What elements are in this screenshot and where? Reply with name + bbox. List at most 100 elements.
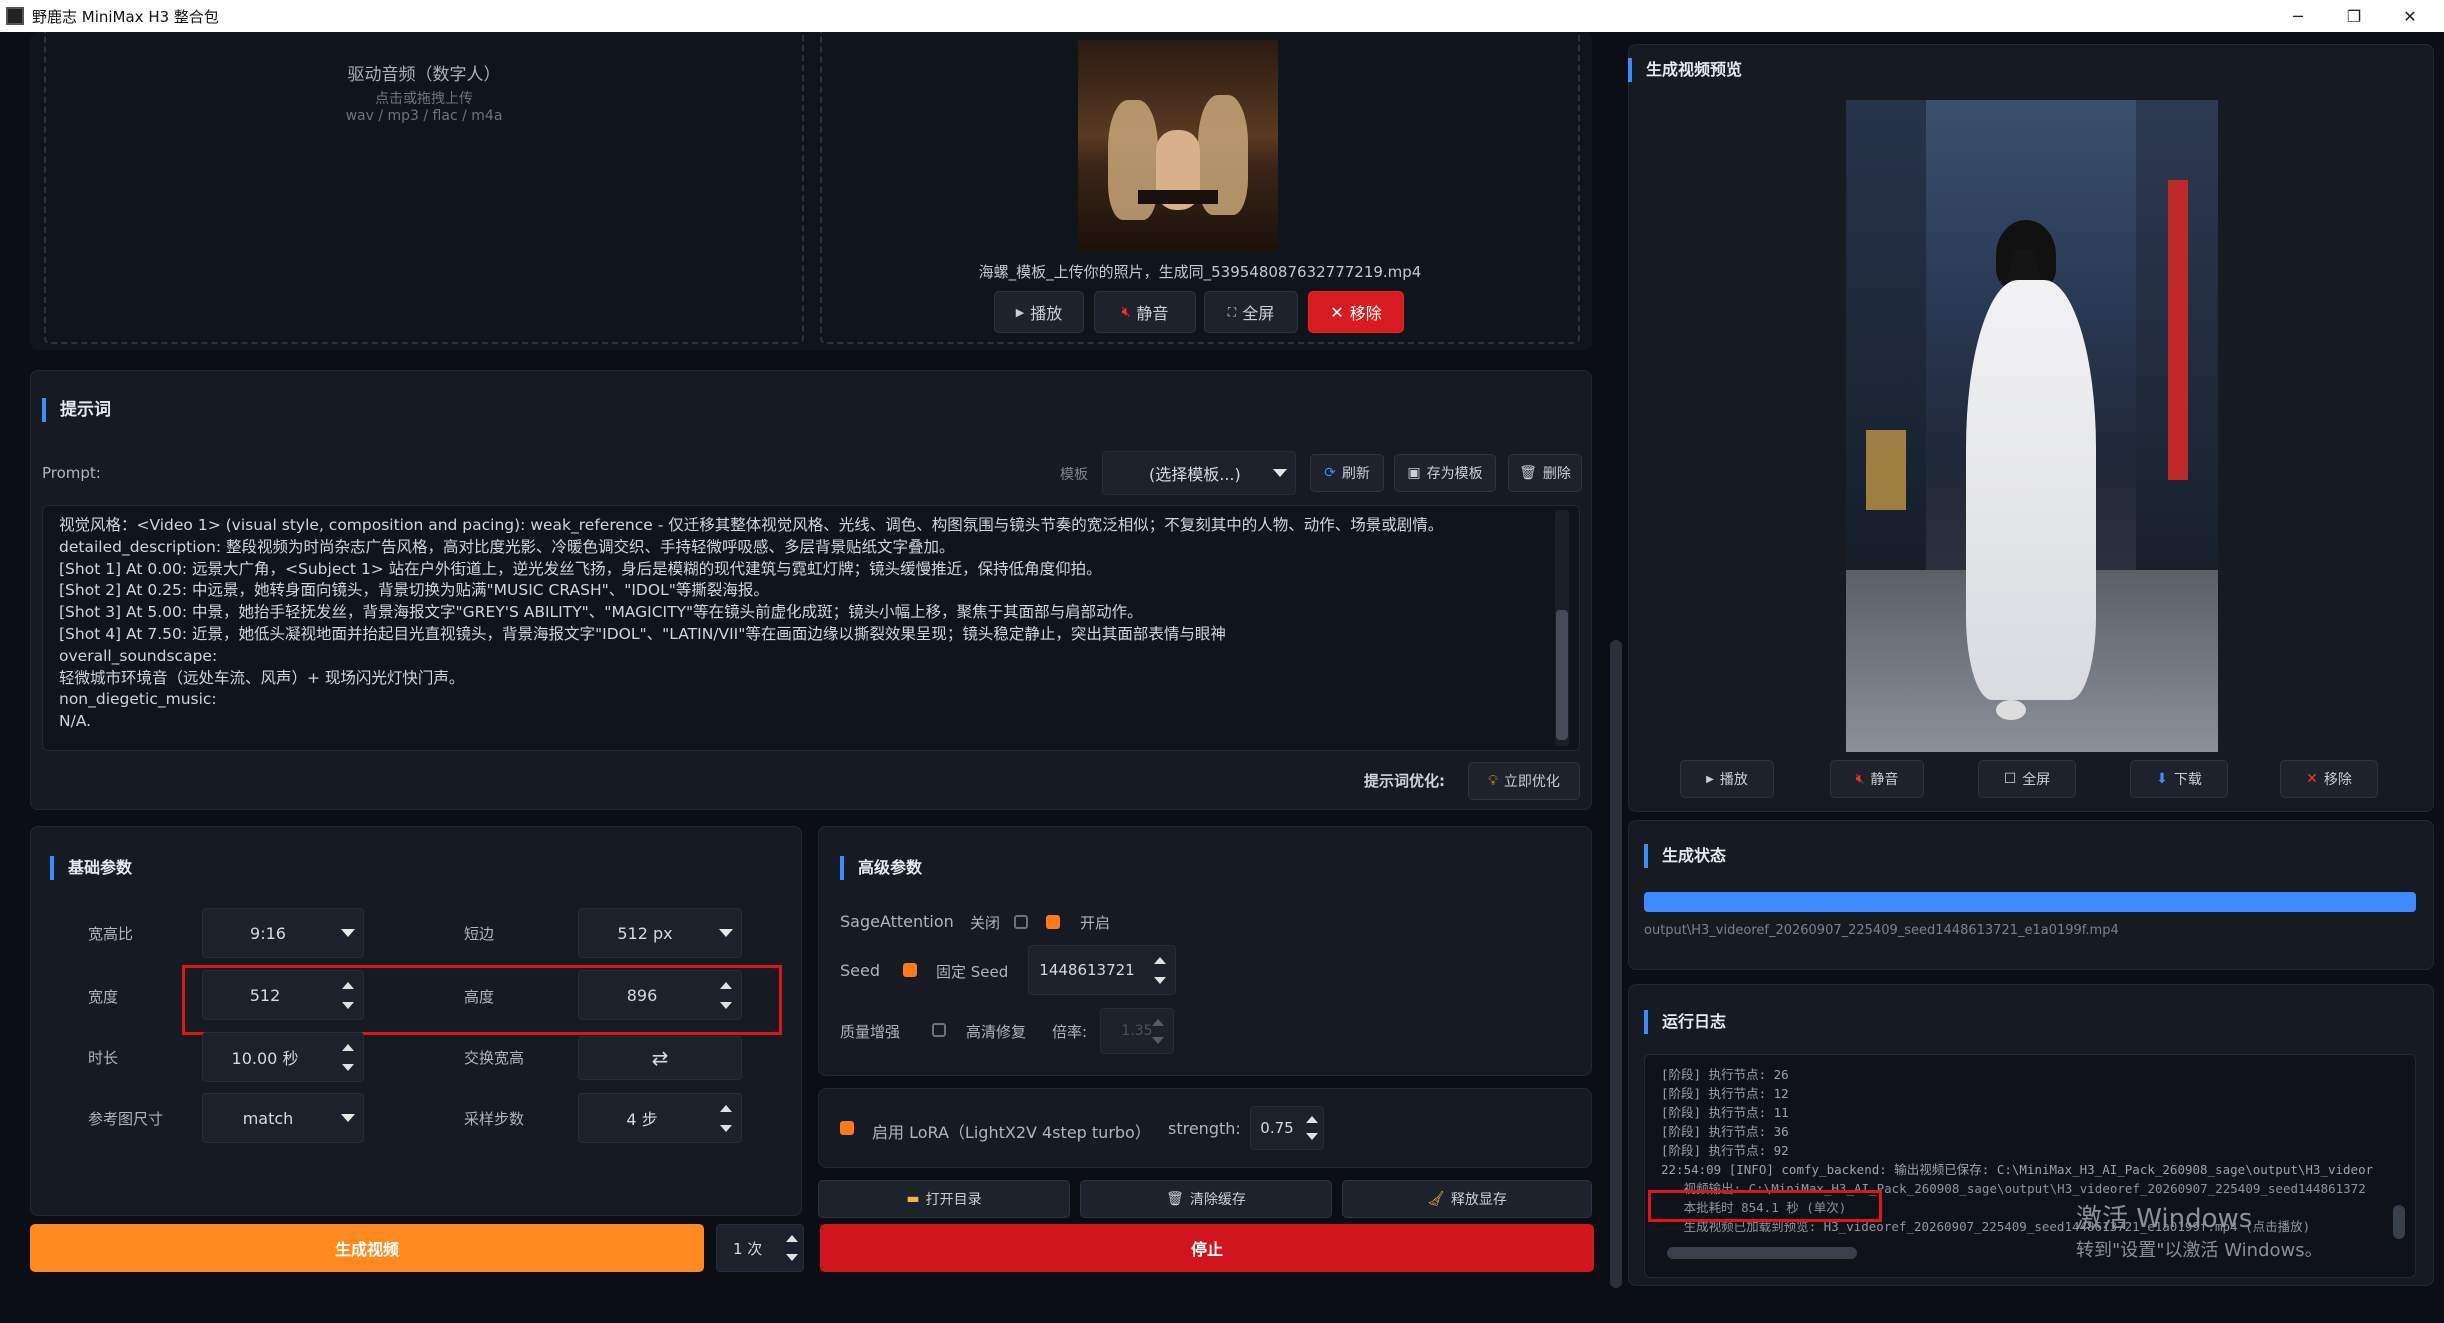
upload-fullscreen-button[interactable]: ⛶ 全屏	[1204, 291, 1298, 333]
window-title: 野鹿志 MiniMax H3 整合包	[32, 7, 219, 26]
log-line: 22:54:09 [INFO] comfy_backend: 输出视频已保存: …	[1661, 1162, 2374, 1177]
activate-windows-title: 激活 Windows	[2076, 1204, 2253, 1234]
chevron-down-icon	[1273, 469, 1287, 477]
mute-icon: 🔇︎	[1855, 771, 1865, 787]
duration-input[interactable]: 10.00 秒	[202, 1032, 364, 1082]
optimize-button[interactable]: 💡︎ 立即优化	[1468, 762, 1580, 800]
log-line: [阶段] 执行节点: 12	[1661, 1086, 1789, 1101]
hd-fix-checkbox[interactable]	[932, 1023, 946, 1037]
audio-hint: 点击或拖拽上传	[375, 91, 473, 107]
refresh-icon: ⟳	[1324, 465, 1336, 481]
aspect-select[interactable]: 9:16	[202, 908, 364, 958]
prompt-textarea[interactable]: 视觉风格：<Video 1> (visual style, compositio…	[42, 505, 1580, 751]
prompt-scrollbar[interactable]	[1555, 510, 1569, 746]
progress-bar	[1644, 892, 2416, 912]
prompt-text: 视觉风格：<Video 1> (visual style, compositio…	[59, 515, 1443, 733]
audio-dropzone[interactable]: 驱动音频（数字人） 点击或拖拽上传 wav / mp3 / flac / m4a	[44, 32, 804, 344]
short-side-label: 短边	[464, 925, 495, 943]
ratio-input[interactable]: 1.35	[1100, 1008, 1174, 1054]
arrow-down-icon[interactable]	[1152, 1036, 1164, 1044]
swap-button[interactable]: ⇄	[578, 1036, 742, 1080]
arrow-down-icon[interactable]	[1306, 1133, 1318, 1140]
seed-stepper[interactable]	[1151, 950, 1169, 990]
strength-input[interactable]: 0.75	[1250, 1106, 1324, 1150]
log-vscrollbar-thumb[interactable]	[2393, 1205, 2405, 1239]
clear-cache-button[interactable]: 🗑︎ 清除缓存	[1080, 1180, 1332, 1218]
sage-off-label: 关闭	[970, 914, 1001, 932]
upload-remove-button[interactable]: ✕ 移除	[1308, 291, 1404, 333]
duration-stepper[interactable]	[339, 1037, 357, 1077]
arrow-up-icon[interactable]	[1152, 1018, 1164, 1026]
template-label: 模板	[1060, 467, 1088, 483]
arrow-down-icon[interactable]	[342, 1063, 354, 1071]
preview-remove-button[interactable]: ✕ 移除	[2280, 760, 2378, 798]
delete-template-button[interactable]: 🗑︎ 删除	[1508, 454, 1582, 492]
template-select[interactable]: (选择模板...)	[1102, 451, 1296, 495]
swap-label: 交换宽高	[464, 1049, 525, 1067]
arrow-up-icon[interactable]	[1154, 956, 1166, 964]
sage-on-radio[interactable]	[1046, 915, 1060, 929]
optimize-label: 提示词优化:	[1364, 772, 1445, 790]
lora-label: 启用 LoRA（LightX2V 4step turbo）	[872, 1123, 1151, 1142]
lora-checkbox[interactable]	[840, 1121, 854, 1135]
preview-download-button[interactable]: ⬇ 下载	[2130, 760, 2228, 798]
arrow-up-icon[interactable]	[1306, 1116, 1318, 1123]
count-stepper[interactable]	[783, 1229, 801, 1267]
close-icon: ✕	[1330, 302, 1344, 322]
prompt-line: overall_soundscape:	[59, 646, 218, 665]
prompt-line: 视觉风格：<Video 1> (visual style, compositio…	[59, 516, 1444, 534]
steps-input[interactable]: 4 步	[578, 1093, 742, 1143]
prompt-scrollbar-thumb[interactable]	[1556, 610, 1568, 740]
ratio-label: 倍率:	[1052, 1023, 1088, 1041]
steps-stepper[interactable]	[717, 1098, 735, 1138]
log-line: [阶段] 执行节点: 11	[1661, 1105, 1789, 1120]
trash-icon: 🗑︎	[1166, 1191, 1184, 1207]
prompt-line: non_diegetic_music:	[59, 690, 217, 709]
uploaded-video-thumbnail[interactable]	[1078, 40, 1278, 252]
seed-input[interactable]: 1448613721	[1028, 945, 1176, 995]
arrow-up-icon[interactable]	[786, 1235, 798, 1242]
arrow-down-icon[interactable]	[720, 1124, 732, 1132]
generate-video-button[interactable]: 生成视频	[30, 1224, 704, 1272]
save-template-button[interactable]: ▣ 存为模板	[1394, 454, 1496, 492]
preview-play-button[interactable]: ▶ 播放	[1680, 760, 1774, 798]
output-path: output\H3_videoref_20260907_225409_seed1…	[1644, 923, 2119, 938]
batch-count-input[interactable]: 1 次	[716, 1224, 804, 1272]
arrow-up-icon[interactable]	[720, 1104, 732, 1112]
preview-video[interactable]	[1846, 100, 2218, 752]
status-section-title: 生成状态	[1644, 844, 1726, 868]
preview-fullscreen-button[interactable]: ☐ 全屏	[1978, 760, 2076, 798]
arrow-down-icon[interactable]	[786, 1254, 798, 1261]
open-dir-button[interactable]: ▬ 打开目录	[818, 1180, 1070, 1218]
free-vram-button[interactable]: 🧹︎ 释放显存	[1342, 1180, 1592, 1218]
ratio-stepper[interactable]	[1149, 1013, 1167, 1049]
sage-off-radio[interactable]	[1014, 915, 1028, 929]
upload-play-button[interactable]: ▶ 播放	[994, 291, 1084, 333]
strength-stepper[interactable]	[1303, 1111, 1321, 1145]
chevron-down-icon	[719, 929, 733, 937]
highlight-box-size	[182, 965, 782, 1035]
maximize-button[interactable]: ❐	[2326, 0, 2382, 32]
arrow-up-icon[interactable]	[342, 1043, 354, 1051]
refresh-template-button[interactable]: ⟳ 刷新	[1310, 454, 1384, 492]
play-icon: ▶	[1706, 773, 1714, 785]
preview-mute-button[interactable]: 🔇︎ 静音	[1830, 760, 1924, 798]
upload-mute-button[interactable]: 🔇︎ 静音	[1094, 291, 1196, 333]
lightbulb-icon: 💡︎	[1488, 773, 1498, 789]
prompt-line: detailed_description: 整段视频为时尚杂志广告风格，高对比度…	[59, 537, 955, 556]
fixed-seed-checkbox[interactable]	[903, 963, 917, 977]
highlight-box-elapsed	[1648, 1190, 1882, 1222]
uploaded-video-filename: 海螺_模板_上传你的照片，生成同_539548087632777219.mp4	[978, 263, 1422, 281]
save-icon: ▣	[1407, 465, 1421, 481]
arrow-down-icon[interactable]	[1154, 976, 1166, 984]
close-window-button[interactable]: ✕	[2382, 0, 2438, 32]
minimize-button[interactable]: ─	[2270, 0, 2326, 32]
log-hscrollbar-thumb[interactable]	[1667, 1247, 1857, 1259]
stop-button[interactable]: 停止	[820, 1224, 1594, 1272]
seed-label: Seed	[840, 961, 880, 980]
short-side-select[interactable]: 512 px	[578, 908, 742, 958]
main-scrollbar-thumb[interactable]	[1610, 640, 1622, 1288]
prompt-line: [Shot 3] At 5.00: 中景，她抬手轻抚发丝，背景海报文字"GREY…	[59, 603, 1143, 622]
ref-size-select[interactable]: match	[202, 1093, 364, 1143]
download-icon: ⬇	[2156, 771, 2168, 787]
